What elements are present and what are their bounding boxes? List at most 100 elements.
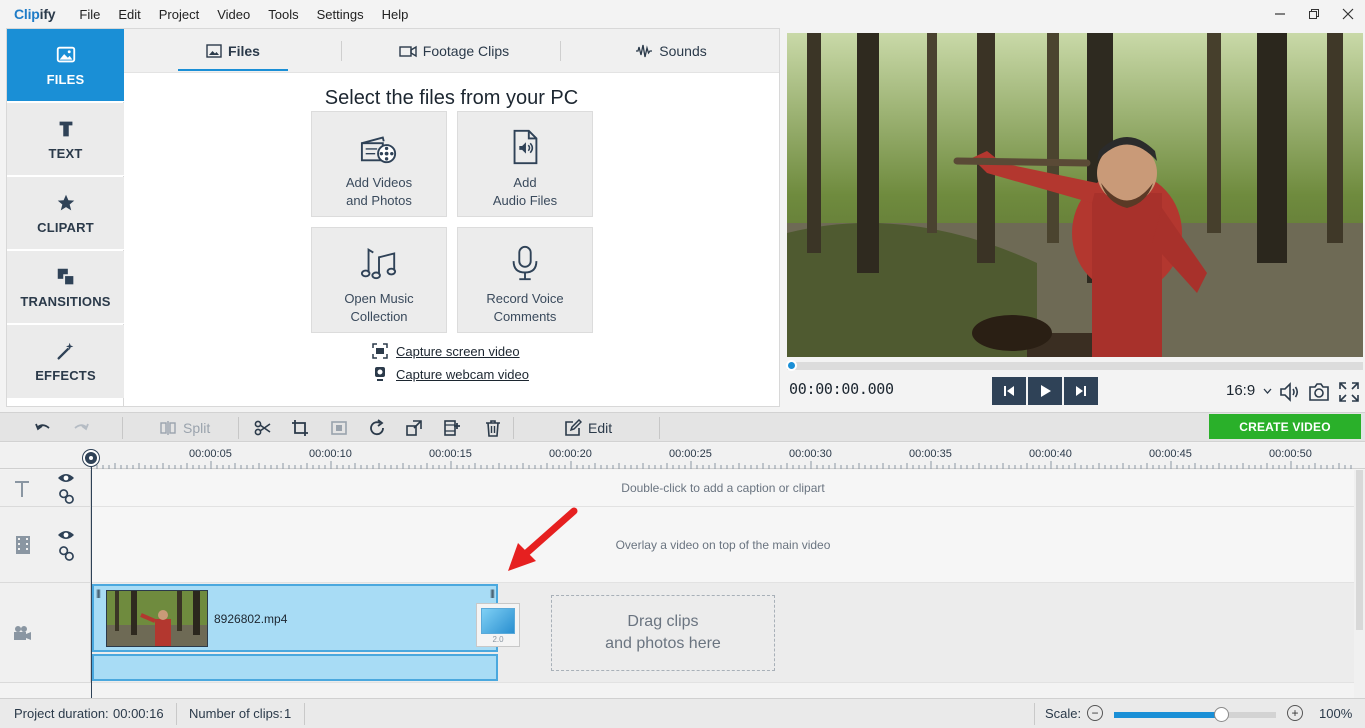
menu-tools[interactable]: Tools [268, 7, 298, 22]
film-reel-icon [360, 136, 397, 164]
clip-trim-handle-left[interactable]: ||| [96, 588, 101, 598]
sidebar-item-transitions[interactable]: TRANSITIONS [7, 251, 124, 324]
aspect-ratio-select[interactable]: 16:9 [1226, 382, 1272, 399]
frame-icon [331, 421, 347, 435]
redo-button[interactable] [72, 417, 90, 439]
clip-trim-handle-right[interactable]: ||| [490, 588, 495, 598]
sidebar-item-effects[interactable]: EFFECTS [7, 325, 124, 398]
crop-icon [292, 420, 308, 436]
timeline-ruler[interactable]: 00:00:05 00:00:10 00:00:15 00:00:20 00:0… [0, 443, 1365, 469]
camera-icon [399, 45, 417, 58]
undo-button[interactable] [34, 417, 52, 439]
edit-button[interactable]: Edit [564, 417, 612, 439]
timeline-scrollbar[interactable] [1354, 470, 1365, 698]
sidebar-item-label: TEXT [48, 145, 83, 161]
clip-audio-track[interactable] [92, 654, 498, 681]
eye-icon[interactable] [57, 471, 75, 485]
scale-percent: 100% [1319, 706, 1353, 721]
sidebar: FILES TEXT CLIPART TRANSITIONS EFFECTS [6, 28, 132, 407]
delete-button[interactable] [484, 417, 502, 439]
skip-forward-icon [1076, 386, 1086, 396]
add-videos-photos-button[interactable]: Add Videos and Photos [311, 111, 447, 217]
link-icon[interactable] [59, 546, 74, 561]
replace-button[interactable] [405, 417, 423, 439]
restore-icon[interactable] [1297, 0, 1331, 28]
main-track-header [0, 583, 91, 683]
skip-forward-button[interactable] [1064, 377, 1098, 405]
crop-button[interactable] [291, 417, 309, 439]
open-music-collection-button[interactable]: Open Music Collection [311, 227, 447, 333]
timeline-toolbar: Split Edit [0, 412, 1365, 442]
files-panel: Files Footage Clips Sounds Select the fi… [124, 28, 780, 407]
tab-bar: Files Footage Clips Sounds [124, 29, 779, 73]
scale-slider-knob[interactable] [1213, 707, 1229, 722]
status-bar: Project duration: 00:00:16 Number of cli… [0, 698, 1365, 728]
split-icon [160, 421, 176, 435]
add-clip-button[interactable] [443, 417, 461, 439]
tab-sounds[interactable]: Sounds [616, 29, 726, 73]
menu-settings[interactable]: Settings [317, 7, 364, 22]
scrollbar-thumb[interactable] [1356, 470, 1363, 630]
sidebar-item-clipart[interactable]: CLIPART [7, 177, 124, 250]
skip-back-button[interactable] [992, 377, 1026, 405]
sidebar-item-files[interactable]: FILES [7, 29, 124, 102]
menu-edit[interactable]: Edit [118, 7, 140, 22]
image-icon [56, 46, 75, 62]
sidebar-item-text[interactable]: TEXT [7, 103, 124, 176]
fill-frame-button[interactable] [330, 417, 348, 439]
video-clip[interactable]: ||| ||| 8926802.mp4 [92, 584, 498, 652]
close-icon[interactable] [1331, 0, 1365, 28]
video-preview[interactable] [787, 33, 1363, 357]
minimize-icon[interactable] [1263, 0, 1297, 28]
fullscreen-icon[interactable] [1337, 380, 1361, 404]
cut-button[interactable] [254, 417, 272, 439]
create-video-button[interactable]: CREATE VIDEO [1209, 414, 1361, 439]
ruler-label: 00:00:25 [669, 448, 712, 460]
scale-slider[interactable] [1114, 707, 1276, 722]
audio-file-icon [513, 129, 538, 165]
playhead[interactable] [83, 450, 99, 466]
capture-webcam-link[interactable]: Capture webcam video [372, 366, 529, 382]
skip-back-icon [1004, 386, 1014, 396]
zoom-out-icon[interactable]: − [1087, 705, 1103, 721]
overlay-track[interactable]: Overlay a video on top of the main video [92, 507, 1354, 583]
menu-project[interactable]: Project [159, 7, 199, 22]
ruler-label: 00:00:35 [909, 448, 952, 460]
preview-frame [787, 33, 1363, 357]
sidebar-item-label: TRANSITIONS [20, 293, 111, 309]
menu-file[interactable]: File [79, 7, 100, 22]
ruler-label: 00:00:15 [429, 448, 472, 460]
progress-knob[interactable] [786, 360, 797, 371]
play-icon [1041, 385, 1051, 397]
record-voice-comments-button[interactable]: Record Voice Comments [457, 227, 593, 333]
zoom-in-icon[interactable]: + [1287, 705, 1303, 721]
transition-slot[interactable]: 2.0 [476, 603, 520, 647]
snapshot-icon[interactable] [1307, 380, 1331, 404]
eye-icon[interactable] [57, 528, 75, 542]
menu-help[interactable]: Help [382, 7, 409, 22]
link-icon[interactable] [59, 489, 74, 504]
playback-progress[interactable] [786, 360, 1363, 371]
film-add-icon [444, 420, 460, 436]
film-strip-icon [16, 536, 30, 554]
play-button[interactable] [1028, 377, 1062, 405]
image-icon [206, 44, 222, 58]
capture-screen-link[interactable]: Capture screen video [372, 343, 520, 359]
tab-files[interactable]: Files [178, 29, 288, 73]
app-logo: Clipify [14, 6, 56, 22]
playhead-line [91, 466, 92, 698]
rotate-button[interactable] [368, 417, 386, 439]
transition-duration: 2.0 [492, 635, 504, 644]
project-duration-value: 00:00:16 [113, 706, 164, 721]
clip-drop-zone[interactable]: Drag clips and photos here [551, 595, 775, 671]
menu-video[interactable]: Video [217, 7, 250, 22]
video-camera-icon [14, 626, 31, 640]
caption-track[interactable]: Double-click to add a caption or clipart [92, 470, 1354, 507]
red-arrow-annotation-icon [508, 507, 578, 571]
volume-icon[interactable] [1278, 380, 1302, 404]
tab-footage-clips[interactable]: Footage Clips [384, 29, 524, 73]
rotate-icon [370, 419, 384, 436]
microphone-icon [512, 245, 538, 281]
split-button[interactable]: Split [159, 417, 210, 439]
add-audio-files-button[interactable]: Add Audio Files [457, 111, 593, 217]
